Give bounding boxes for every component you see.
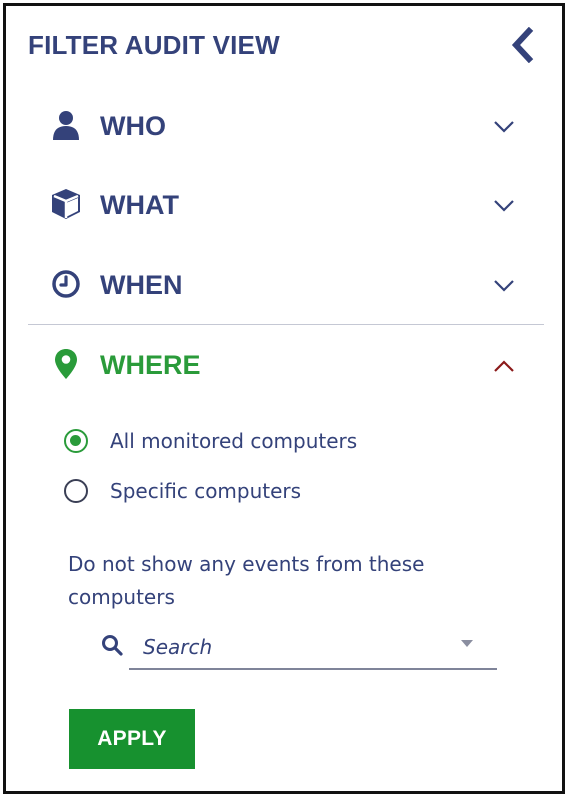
filter-audit-panel: FILTER AUDIT VIEW WHO WHAT WHEN WHERE Al… <box>3 3 565 794</box>
search-icon <box>100 633 124 657</box>
section-who-label: WHO <box>100 111 166 141</box>
radio-specific-computers[interactable]: Specific computers <box>64 474 301 508</box>
computer-search-input[interactable] <box>129 626 497 670</box>
clock-icon <box>48 266 84 302</box>
section-where-label: WHERE <box>100 350 201 380</box>
section-where[interactable]: WHERE <box>6 334 562 398</box>
section-what-label: WHAT <box>100 190 179 220</box>
panel-title: FILTER AUDIT VIEW <box>28 30 280 60</box>
dropdown-caret-icon[interactable] <box>461 640 473 647</box>
section-who[interactable]: WHO <box>6 95 562 159</box>
chevron-down-icon[interactable] <box>490 113 518 141</box>
panel-header: FILTER AUDIT VIEW <box>6 6 562 76</box>
apply-button[interactable]: APPLY <box>69 709 195 769</box>
chevron-down-icon[interactable] <box>490 192 518 220</box>
user-icon <box>48 107 84 143</box>
cube-icon <box>48 186 84 222</box>
collapse-panel-button[interactable] <box>504 24 540 66</box>
section-divider <box>28 324 544 325</box>
section-what[interactable]: WHAT <box>6 174 562 238</box>
radio-label: Specific computers <box>110 479 302 503</box>
map-pin-icon <box>48 346 84 382</box>
radio-all-monitored-computers[interactable]: All monitored computers <box>64 424 357 458</box>
section-when-label: WHEN <box>100 270 183 300</box>
section-when[interactable]: WHEN <box>6 254 562 318</box>
chevron-up-icon[interactable] <box>490 352 518 380</box>
exclude-computers-label: Do not show any events from these comput… <box>68 552 425 609</box>
chevron-left-icon <box>511 27 534 63</box>
radio-button-checked[interactable] <box>64 429 88 453</box>
radio-label: All monitored computers <box>110 429 358 453</box>
chevron-down-icon[interactable] <box>490 272 518 300</box>
radio-button-unchecked[interactable] <box>64 479 88 503</box>
